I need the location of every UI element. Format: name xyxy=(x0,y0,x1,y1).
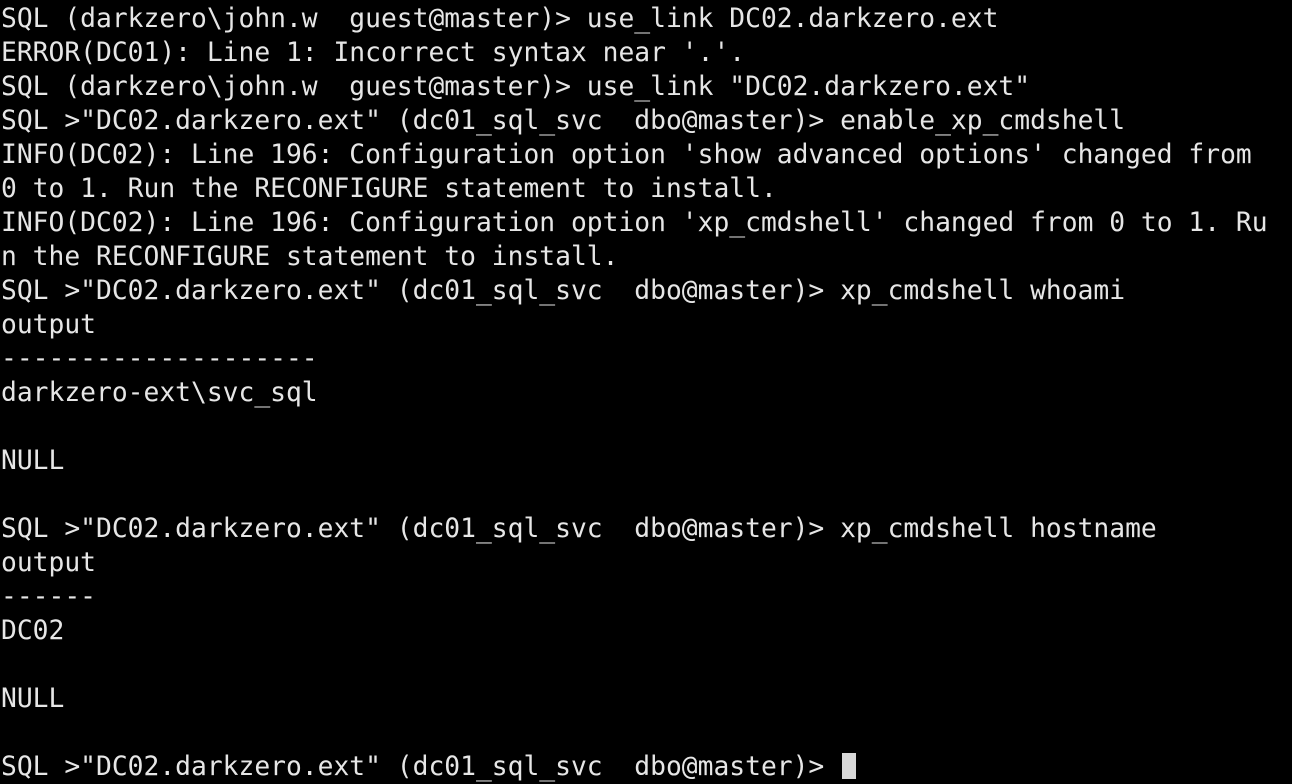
prompt-text: SQL >"DC02.darkzero.ext" (dc01_sql_svc d… xyxy=(1,752,841,782)
terminal-line: output xyxy=(1,310,96,340)
terminal-line: ------ xyxy=(1,582,96,612)
terminal-window[interactable]: SQL (darkzero\john.w guest@master)> use_… xyxy=(0,0,1292,782)
terminal-line: NULL xyxy=(1,446,65,476)
terminal-line: SQL (darkzero\john.w guest@master)> use_… xyxy=(1,4,999,34)
prompt-line[interactable]: SQL >"DC02.darkzero.ext" (dc01_sql_svc d… xyxy=(1,750,1292,784)
terminal-line: INFO(DC02): Line 196: Configuration opti… xyxy=(1,208,1268,238)
terminal-line: output xyxy=(1,548,96,578)
terminal-line: INFO(DC02): Line 196: Configuration opti… xyxy=(1,140,1252,170)
text-cursor xyxy=(842,753,857,779)
terminal-line: SQL >"DC02.darkzero.ext" (dc01_sql_svc d… xyxy=(1,276,1126,306)
terminal-line: DC02 xyxy=(1,616,65,646)
terminal-line: SQL (darkzero\john.w guest@master)> use_… xyxy=(1,72,1031,102)
terminal-line: SQL >"DC02.darkzero.ext" (dc01_sql_svc d… xyxy=(1,514,1157,544)
terminal-line: 0 to 1. Run the RECONFIGURE statement to… xyxy=(1,174,777,204)
terminal-line: darkzero-ext\svc_sql xyxy=(1,378,318,408)
terminal-line: n the RECONFIGURE statement to install. xyxy=(1,242,619,272)
terminal-line: ERROR(DC01): Line 1: Incorrect syntax ne… xyxy=(1,38,746,68)
terminal-line: NULL xyxy=(1,684,65,714)
terminal-line: SQL >"DC02.darkzero.ext" (dc01_sql_svc d… xyxy=(1,106,1126,136)
terminal-line: -------------------- xyxy=(1,344,318,374)
